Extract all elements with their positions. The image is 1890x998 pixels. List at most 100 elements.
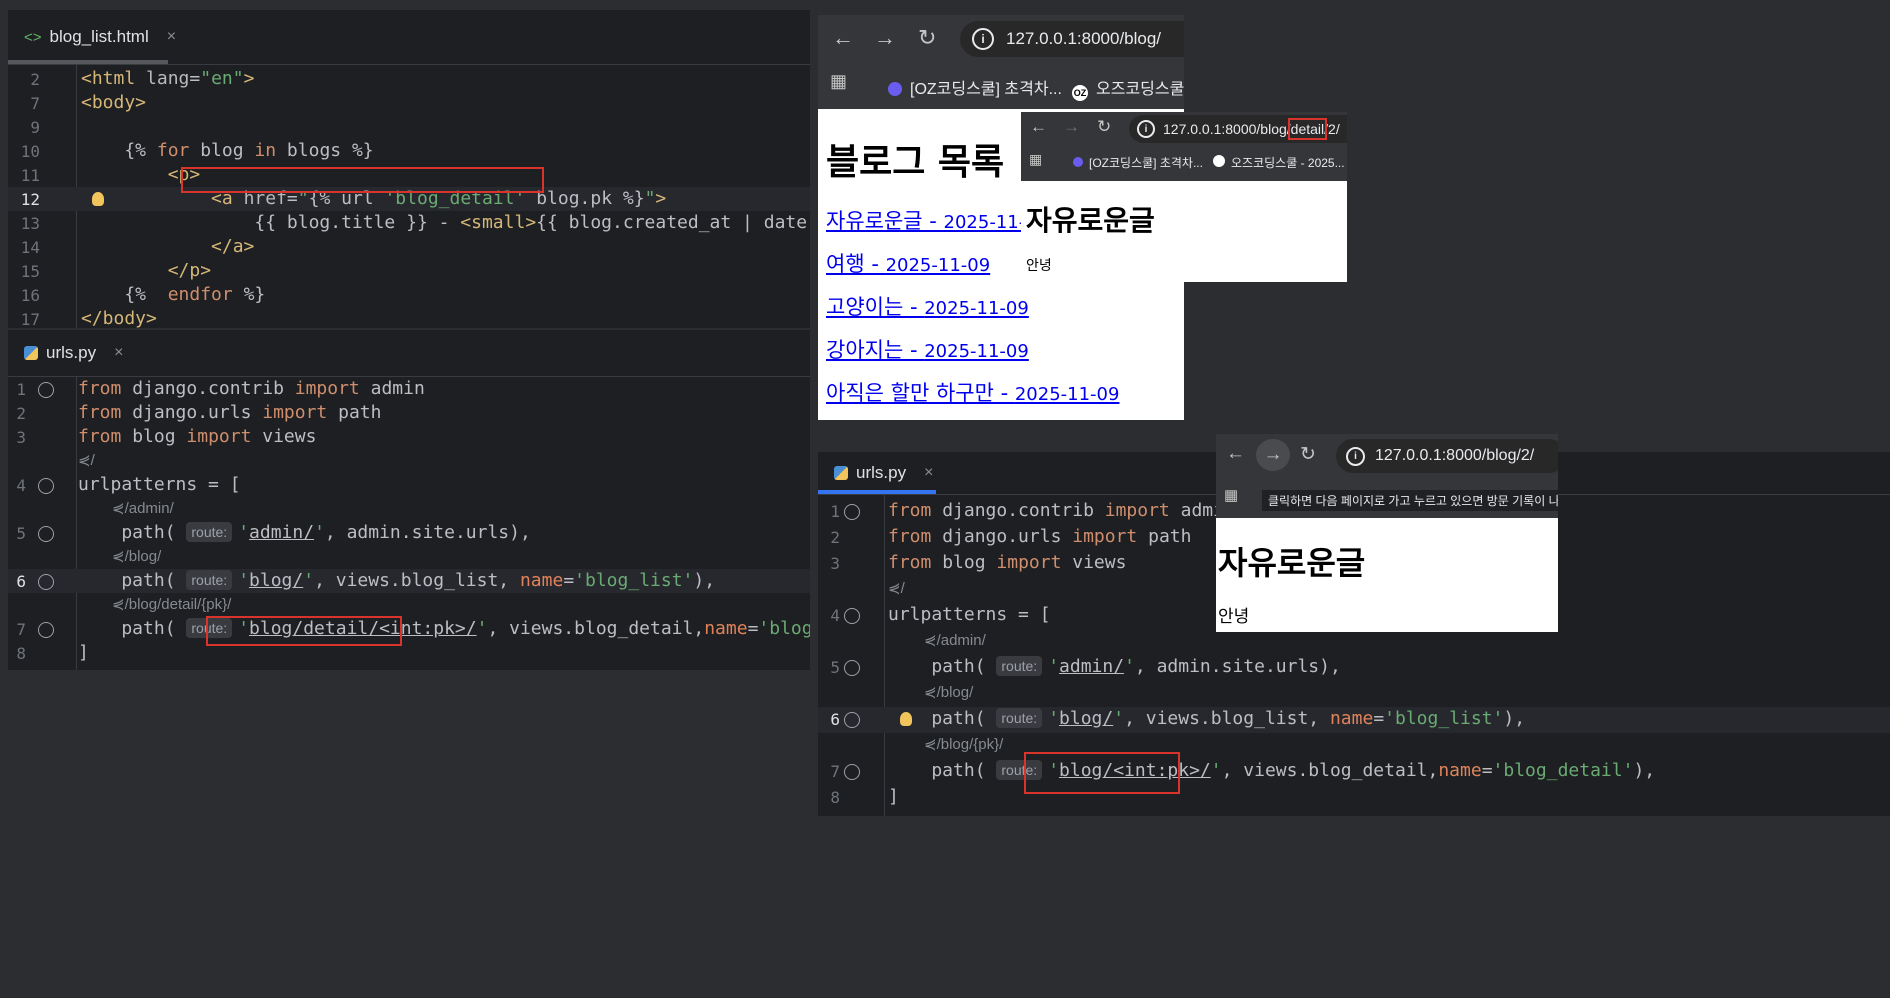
post-body: 안녕 [1026,258,1052,274]
apps-grid-icon[interactable]: ▦ [830,71,847,92]
line-number: 14 [20,238,40,257]
code-token: import [1072,526,1138,547]
page-title: 자유로운글 [1026,204,1155,237]
line-number: 6 [16,572,26,591]
code-token: <html [81,68,147,89]
globe-icon[interactable] [38,478,54,494]
bookmark-oz-1[interactable]: [OZ코딩스쿨] 초격차... [1073,154,1203,171]
globe-icon[interactable] [38,622,54,638]
post-link[interactable]: 여행 - 2025-11-09 [826,248,990,278]
post-title: 자유로운글 - [826,209,944,233]
code-token: urlpatterns = [ [78,474,241,495]
code-token: django.contrib [121,378,295,399]
address-bar[interactable]: i 127.0.0.1:8000/blog/ [960,21,1184,57]
code-token: = [747,618,759,639]
tab-urls-py[interactable]: urls.py × [8,330,139,376]
tab-urls-py[interactable]: urls.py × [818,452,949,494]
code-line: ] [888,786,899,807]
path-hint[interactable]: ⋞/blog/ [924,683,973,701]
code-area[interactable]: 1 from django.contrib import admin 2 from d… [8,377,810,670]
apps-grid-icon[interactable]: ▦ [1224,486,1238,504]
highlight-route-detail [206,616,402,646]
path-hint[interactable]: ⋞/admin/ [112,499,174,517]
path-hint[interactable]: ⋞/blog/ [112,547,161,565]
path-hint[interactable]: ⋞/blog/{pk}/ [924,735,1003,753]
address-bar[interactable]: i 127.0.0.1:8000/blog/2/ [1336,439,1558,473]
back-icon[interactable]: ← [832,25,854,51]
reload-icon[interactable]: ↻ [1300,443,1316,466]
code-token: ' [238,522,250,543]
line-number: 6 [830,710,840,729]
line-number: 7 [830,762,840,781]
globe-icon[interactable] [844,764,860,780]
forward-icon[interactable]: → [1063,117,1080,137]
editor-urls-left: urls.py × 1 from django.contrib import ad… [8,330,810,670]
tab-blog-list-html[interactable]: <> blog_list.html × [8,10,192,64]
highlight-url-tag [181,167,544,193]
code-line: {% endfor %} [81,284,265,305]
code-token: django.contrib [931,500,1105,521]
close-icon[interactable]: × [167,28,176,46]
globe-icon[interactable] [844,608,860,624]
bookmark-oz-1[interactable]: [OZ코딩스쿨] 초격차... [888,75,1062,99]
post-title: 강아지는 - [826,338,925,362]
bookmark-oz-2[interactable]: 오즈코딩스쿨 - 2025... [1213,154,1345,171]
line-number: 12 [20,190,40,209]
back-icon[interactable]: ← [1226,443,1245,465]
param-hint-chip: route: [186,570,233,590]
close-icon[interactable]: × [114,344,123,362]
reload-icon[interactable]: ↻ [918,25,936,51]
code-token: views [1061,552,1127,573]
path-hint[interactable]: ⋞/ [888,579,905,597]
code-token: blogs %} [276,140,374,161]
code-token: blog [189,140,255,161]
editor-tab-bar: urls.py × [8,330,810,377]
path-hint[interactable]: ⋞/blog/detail/{pk}/ [112,595,231,613]
code-token: ' [238,570,250,591]
line-number: 11 [20,166,40,185]
code-line: {% for blog in blogs %} [81,140,374,161]
path-hint[interactable]: ⋞/admin/ [924,631,986,649]
close-icon[interactable]: × [924,464,933,482]
address-url: 127.0.0.1:8000/blog/detail/2/ [1163,118,1340,140]
apps-grid-icon[interactable]: ▦ [1029,151,1042,168]
code-token: {% [81,284,168,305]
post-date: 2025-11-09 [1014,384,1120,405]
code-token: from [78,426,122,447]
post-link[interactable]: 자유로운글 - 2025-11-09 [826,205,1048,235]
forward-icon[interactable]: → [874,25,896,51]
globe-icon[interactable] [844,504,860,520]
code-line: from blog import views [78,426,316,447]
post-link[interactable]: 고양이는 - 2025-11-09 [826,291,1029,321]
reload-icon[interactable]: ↻ [1097,117,1111,137]
post-link[interactable]: 강아지는 - 2025-11-09 [826,334,1029,364]
bookmark-oz-2[interactable]: OZ 오즈코딩스쿨 - [1072,75,1184,101]
globe-icon[interactable] [38,574,54,590]
post-link[interactable]: 아직은 할만 하구만 - 2025-11-09 [826,377,1119,407]
code-token: {{ blog.created_at | date: [536,212,810,233]
code-token: path( [888,708,997,729]
back-icon[interactable]: ← [1030,117,1047,137]
globe-icon[interactable] [38,526,54,542]
globe-icon[interactable] [38,382,54,398]
line-number: 15 [20,262,40,281]
code-token: %} [232,284,266,305]
path-hint[interactable]: ⋞/ [78,451,95,469]
address-bar[interactable]: i 127.0.0.1:8000/blog/detail/2/ [1129,115,1347,143]
bookmark-icon [1073,157,1083,167]
tab-label: urls.py [856,463,907,482]
code-line: from django.urls import path [888,526,1191,547]
code-area[interactable]: 2 <html lang="en"> 7 <body> 9 10 {% for blog … [8,65,810,328]
url-highlight: detail [1287,118,1328,140]
code-token: </a> [211,236,255,257]
post-body: 안녕 [1218,607,1250,627]
code-token: admin [359,378,425,399]
globe-icon[interactable] [844,712,860,728]
globe-icon[interactable] [844,660,860,676]
code-token: , views.blog_list, [1124,708,1330,729]
code-line: </p> [81,260,211,281]
forward-icon[interactable]: → [1256,439,1290,471]
code-token: ' [303,570,315,591]
code-token: for [156,140,190,161]
